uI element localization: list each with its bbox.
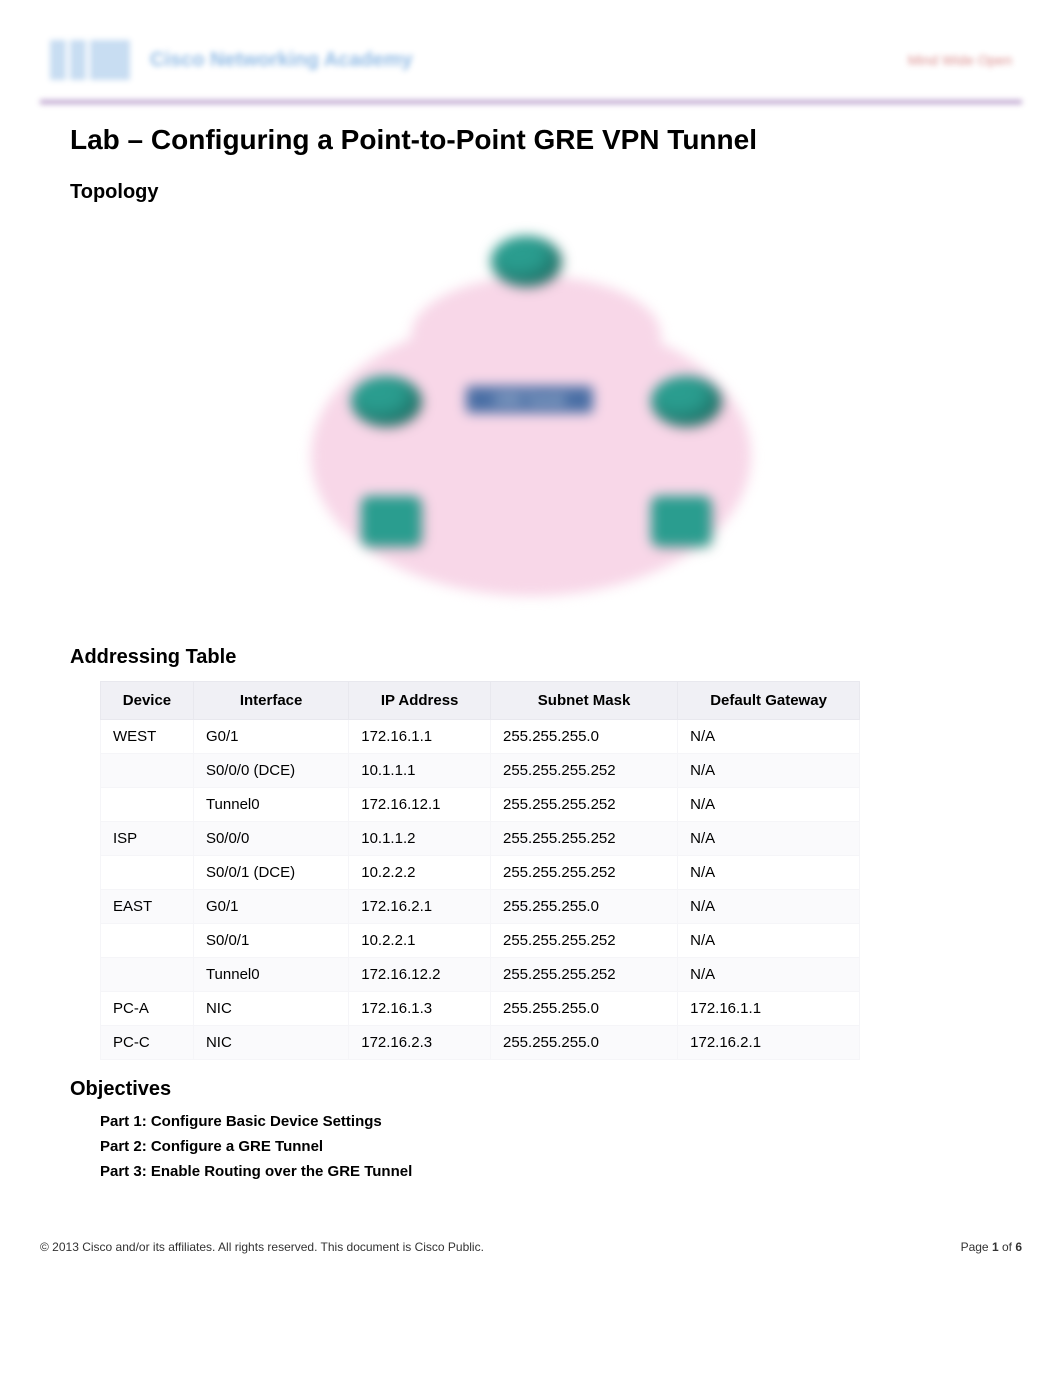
cell-mask: 255.255.255.0 <box>491 720 678 754</box>
table-header-row: Device Interface IP Address Subnet Mask … <box>101 682 860 720</box>
table-row: S0/0/1 (DCE)10.2.2.2255.255.255.252N/A <box>101 856 860 890</box>
cell-mask: 255.255.255.252 <box>491 924 678 958</box>
cell-mask: 255.255.255.252 <box>491 822 678 856</box>
cell-gateway: N/A <box>678 958 860 992</box>
router-isp-icon <box>491 236 561 286</box>
router-east-icon <box>651 376 721 426</box>
cell-interface: S0/0/0 <box>193 822 348 856</box>
cell-interface: S0/0/1 (DCE) <box>193 856 348 890</box>
pc-a-icon <box>361 496 421 546</box>
cell-ip: 10.1.1.2 <box>349 822 491 856</box>
table-row: EASTG0/1172.16.2.1255.255.255.0N/A <box>101 890 860 924</box>
cell-gateway: N/A <box>678 856 860 890</box>
col-ip: IP Address <box>349 682 491 720</box>
cell-ip: 172.16.12.1 <box>349 788 491 822</box>
router-west-icon <box>351 376 421 426</box>
section-topology-title: Topology <box>70 181 1022 204</box>
cell-gateway: N/A <box>678 754 860 788</box>
cell-device: PC-C <box>101 1026 194 1060</box>
cell-gateway: N/A <box>678 788 860 822</box>
cell-gateway: N/A <box>678 822 860 856</box>
table-row: Tunnel0172.16.12.2255.255.255.252N/A <box>101 958 860 992</box>
cell-device: EAST <box>101 890 194 924</box>
cell-mask: 255.255.255.252 <box>491 754 678 788</box>
col-device: Device <box>101 682 194 720</box>
footer-copyright: © 2013 Cisco and/or its affiliates. All … <box>40 1240 484 1254</box>
cell-gateway: 172.16.2.1 <box>678 1026 860 1060</box>
cell-mask: 255.255.255.252 <box>491 856 678 890</box>
cell-interface: S0/0/1 <box>193 924 348 958</box>
cell-ip: 172.16.1.1 <box>349 720 491 754</box>
section-addressing-title: Addressing Table <box>70 646 1022 669</box>
cell-mask: 255.255.255.252 <box>491 958 678 992</box>
cell-interface: Tunnel0 <box>193 958 348 992</box>
topology-diagram: GRE Tunnel <box>231 216 831 616</box>
table-row: WESTG0/1172.16.1.1255.255.255.0N/A <box>101 720 860 754</box>
cell-ip: 10.1.1.1 <box>349 754 491 788</box>
cell-mask: 255.255.255.0 <box>491 992 678 1026</box>
addressing-table: Device Interface IP Address Subnet Mask … <box>100 681 860 1060</box>
cell-device: WEST <box>101 720 194 754</box>
cell-ip: 10.2.2.1 <box>349 924 491 958</box>
objectives-list: Part 1: Configure Basic Device Settings … <box>100 1113 1022 1180</box>
cell-interface: G0/1 <box>193 890 348 924</box>
cell-ip: 172.16.12.2 <box>349 958 491 992</box>
cell-gateway: N/A <box>678 890 860 924</box>
cell-ip: 172.16.1.3 <box>349 992 491 1026</box>
cell-gateway: N/A <box>678 720 860 754</box>
pc-c-icon <box>651 496 711 546</box>
col-gateway: Default Gateway <box>678 682 860 720</box>
cell-device <box>101 924 194 958</box>
objective-part2: Part 2: Configure a GRE Tunnel <box>100 1138 1022 1155</box>
cell-gateway: 172.16.1.1 <box>678 992 860 1026</box>
page-title: Lab – Configuring a Point-to-Point GRE V… <box>70 124 1022 156</box>
document-header: Cisco Networking Academy Mind Wide Open <box>40 20 1022 104</box>
col-mask: Subnet Mask <box>491 682 678 720</box>
cell-device: ISP <box>101 822 194 856</box>
cell-interface: S0/0/0 (DCE) <box>193 754 348 788</box>
cisco-logo-icon <box>50 40 130 80</box>
document-footer: © 2013 Cisco and/or its affiliates. All … <box>40 1240 1022 1254</box>
cell-mask: 255.255.255.0 <box>491 1026 678 1060</box>
table-row: PC-CNIC172.16.2.3255.255.255.0172.16.2.1 <box>101 1026 860 1060</box>
cell-ip: 10.2.2.2 <box>349 856 491 890</box>
col-interface: Interface <box>193 682 348 720</box>
section-objectives-title: Objectives <box>70 1078 1022 1101</box>
cell-device <box>101 788 194 822</box>
cell-interface: NIC <box>193 992 348 1026</box>
cell-interface: Tunnel0 <box>193 788 348 822</box>
cell-ip: 172.16.2.1 <box>349 890 491 924</box>
brand-text: Cisco Networking Academy <box>150 49 413 72</box>
table-row: ISPS0/0/010.1.1.2255.255.255.252N/A <box>101 822 860 856</box>
cell-ip: 172.16.2.3 <box>349 1026 491 1060</box>
cell-device <box>101 958 194 992</box>
table-row: S0/0/110.2.2.1255.255.255.252N/A <box>101 924 860 958</box>
footer-page: Page 1 of 6 <box>961 1240 1022 1254</box>
tunnel-label: GRE Tunnel <box>466 386 593 413</box>
cell-gateway: N/A <box>678 924 860 958</box>
cell-interface: G0/1 <box>193 720 348 754</box>
objective-part1: Part 1: Configure Basic Device Settings <box>100 1113 1022 1130</box>
table-row: PC-ANIC172.16.1.3255.255.255.0172.16.1.1 <box>101 992 860 1026</box>
cell-device: PC-A <box>101 992 194 1026</box>
objective-part3: Part 3: Enable Routing over the GRE Tunn… <box>100 1163 1022 1180</box>
header-tagline: Mind Wide Open <box>908 52 1012 68</box>
cell-device <box>101 856 194 890</box>
table-row: S0/0/0 (DCE)10.1.1.1255.255.255.252N/A <box>101 754 860 788</box>
cell-interface: NIC <box>193 1026 348 1060</box>
table-row: Tunnel0172.16.12.1255.255.255.252N/A <box>101 788 860 822</box>
cell-mask: 255.255.255.252 <box>491 788 678 822</box>
cell-mask: 255.255.255.0 <box>491 890 678 924</box>
cell-device <box>101 754 194 788</box>
